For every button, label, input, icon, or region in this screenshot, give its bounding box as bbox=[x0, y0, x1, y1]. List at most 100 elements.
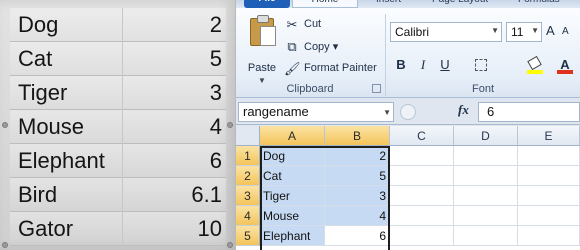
insert-function-button[interactable]: fx bbox=[458, 102, 469, 118]
zoomed-list-panel: Dog 2 Cat 5 Tiger 3 Mouse 4 Elephant 6 B… bbox=[0, 0, 236, 250]
cell-e4[interactable] bbox=[518, 206, 580, 226]
select-all-corner[interactable] bbox=[236, 126, 260, 146]
formula-options-icon[interactable] bbox=[400, 104, 416, 120]
row-header[interactable]: 5 bbox=[236, 226, 260, 246]
cell-e3[interactable] bbox=[518, 186, 580, 206]
list-row-name: Tiger bbox=[18, 80, 68, 105]
list-row-name: Gator bbox=[18, 216, 74, 241]
row-divider bbox=[122, 212, 123, 246]
tab-page-layout[interactable]: Page Layout bbox=[426, 0, 494, 8]
tab-home[interactable]: Home bbox=[292, 0, 358, 8]
font-group-label: Font bbox=[471, 83, 494, 95]
font-name-value: Calibri bbox=[395, 25, 430, 39]
cell-c3[interactable] bbox=[390, 186, 454, 206]
name-box-value: rangename bbox=[243, 104, 309, 119]
column-header-b[interactable]: B bbox=[325, 126, 390, 146]
list-row-value: 10 bbox=[197, 216, 222, 241]
row-header[interactable]: 2 bbox=[236, 166, 260, 186]
resize-handle[interactable] bbox=[2, 122, 8, 128]
border-icon bbox=[475, 59, 487, 71]
cell-a3[interactable]: Tiger bbox=[260, 186, 325, 206]
chevron-down-icon[interactable]: ▼ bbox=[383, 108, 391, 117]
dialog-launcher-icon[interactable] bbox=[372, 84, 381, 93]
cell-a4[interactable]: Mouse bbox=[260, 206, 325, 226]
cell-c4[interactable] bbox=[390, 206, 454, 226]
tab-formulas[interactable]: Formulas bbox=[512, 0, 566, 8]
cell-a1[interactable]: Dog bbox=[260, 146, 325, 166]
list-row-value: 2 bbox=[209, 12, 222, 37]
list-row-name: Mouse bbox=[18, 114, 85, 139]
list-row-name: Elephant bbox=[18, 148, 105, 173]
ribbon: Paste ▼ ✂ Cut ⧉ Copy ▾ 🖌 Format Painter … bbox=[236, 8, 580, 98]
cell-d3[interactable] bbox=[454, 186, 518, 206]
row-header[interactable]: 3 bbox=[236, 186, 260, 206]
italic-button[interactable]: I bbox=[414, 56, 432, 74]
cell-b1[interactable]: 2 bbox=[325, 146, 390, 166]
spreadsheet-grid[interactable]: A B C D E 1 Dog 2 2 Cat 5 3 Tiger 3 4 Mo… bbox=[236, 126, 580, 250]
column-header-a[interactable]: A bbox=[260, 126, 325, 146]
fill-color-button[interactable] bbox=[526, 55, 544, 74]
cell-a2[interactable]: Cat bbox=[260, 166, 325, 186]
paste-label: Paste bbox=[247, 62, 277, 74]
list-row-value: 6 bbox=[209, 148, 222, 173]
formula-controls: fx bbox=[398, 102, 474, 122]
cell-c1[interactable] bbox=[390, 146, 454, 166]
excel-window: File Home Insert Page Layout Formulas Pa… bbox=[236, 0, 580, 250]
shrink-font-icon[interactable]: A bbox=[562, 26, 569, 37]
list-row-value: 5 bbox=[209, 46, 222, 71]
copy-icon: ⧉ bbox=[287, 39, 297, 54]
grow-font-icon[interactable]: A bbox=[546, 23, 555, 38]
name-box[interactable]: rangename ▼ bbox=[238, 102, 394, 122]
paint-bucket-icon bbox=[527, 55, 542, 71]
tab-file[interactable]: File bbox=[244, 0, 290, 8]
resize-handle[interactable] bbox=[2, 242, 8, 248]
cell-e2[interactable] bbox=[518, 166, 580, 186]
list-row: Mouse 4 bbox=[10, 110, 226, 144]
scissors-icon: ✂ bbox=[286, 17, 298, 32]
list-row-name: Cat bbox=[18, 46, 53, 71]
column-header-c[interactable]: C bbox=[390, 126, 454, 146]
chevron-down-icon[interactable]: ▼ bbox=[531, 26, 539, 35]
formula-input[interactable]: 6 bbox=[478, 102, 580, 122]
row-header[interactable]: 1 bbox=[236, 146, 260, 166]
resize-handle[interactable] bbox=[227, 242, 233, 248]
chevron-down-icon[interactable]: ▼ bbox=[491, 26, 499, 35]
row-header[interactable]: 4 bbox=[236, 206, 260, 226]
list-row: Bird 6.1 bbox=[10, 178, 226, 212]
list-row-value: 3 bbox=[209, 80, 222, 105]
column-header-d[interactable]: D bbox=[454, 126, 518, 146]
cell-b2[interactable]: 5 bbox=[325, 166, 390, 186]
font-color-button[interactable]: A bbox=[556, 56, 574, 74]
row-divider bbox=[122, 144, 123, 178]
cell-e1[interactable] bbox=[518, 146, 580, 166]
cell-d4[interactable] bbox=[454, 206, 518, 226]
cell-b3[interactable]: 3 bbox=[325, 186, 390, 206]
cut-label: Cut bbox=[304, 18, 322, 30]
cell-a5[interactable]: Elephant bbox=[260, 226, 325, 246]
cell-d2[interactable] bbox=[454, 166, 518, 186]
list-row: Dog 2 bbox=[10, 8, 226, 42]
cell-d5[interactable] bbox=[454, 226, 518, 246]
paste-button[interactable]: Paste ▼ bbox=[244, 15, 280, 85]
row-divider bbox=[122, 76, 123, 110]
list-row-name: Dog bbox=[18, 12, 59, 37]
clipboard-paste-icon bbox=[250, 15, 276, 46]
cell-b5-active[interactable]: 6 bbox=[325, 226, 390, 246]
bold-button[interactable]: B bbox=[392, 56, 410, 74]
cell-e5[interactable] bbox=[518, 226, 580, 246]
font-name-combobox[interactable]: Calibri ▼ bbox=[390, 22, 502, 42]
fx-label: fx bbox=[458, 102, 469, 117]
list-row: Cat 5 bbox=[10, 42, 226, 76]
underline-button[interactable]: U bbox=[436, 56, 454, 74]
font-size-value: 11 bbox=[511, 25, 524, 39]
paintbrush-icon: 🖌 bbox=[284, 61, 301, 76]
cell-b4[interactable]: 4 bbox=[325, 206, 390, 226]
cell-c5[interactable] bbox=[390, 226, 454, 246]
column-header-e[interactable]: E bbox=[518, 126, 580, 146]
tab-insert[interactable]: Insert bbox=[370, 0, 407, 8]
font-size-combobox[interactable]: 11 ▼ bbox=[506, 22, 542, 42]
cell-d1[interactable] bbox=[454, 146, 518, 166]
borders-button[interactable] bbox=[472, 56, 490, 74]
cell-c2[interactable] bbox=[390, 166, 454, 186]
resize-handle[interactable] bbox=[227, 122, 233, 128]
